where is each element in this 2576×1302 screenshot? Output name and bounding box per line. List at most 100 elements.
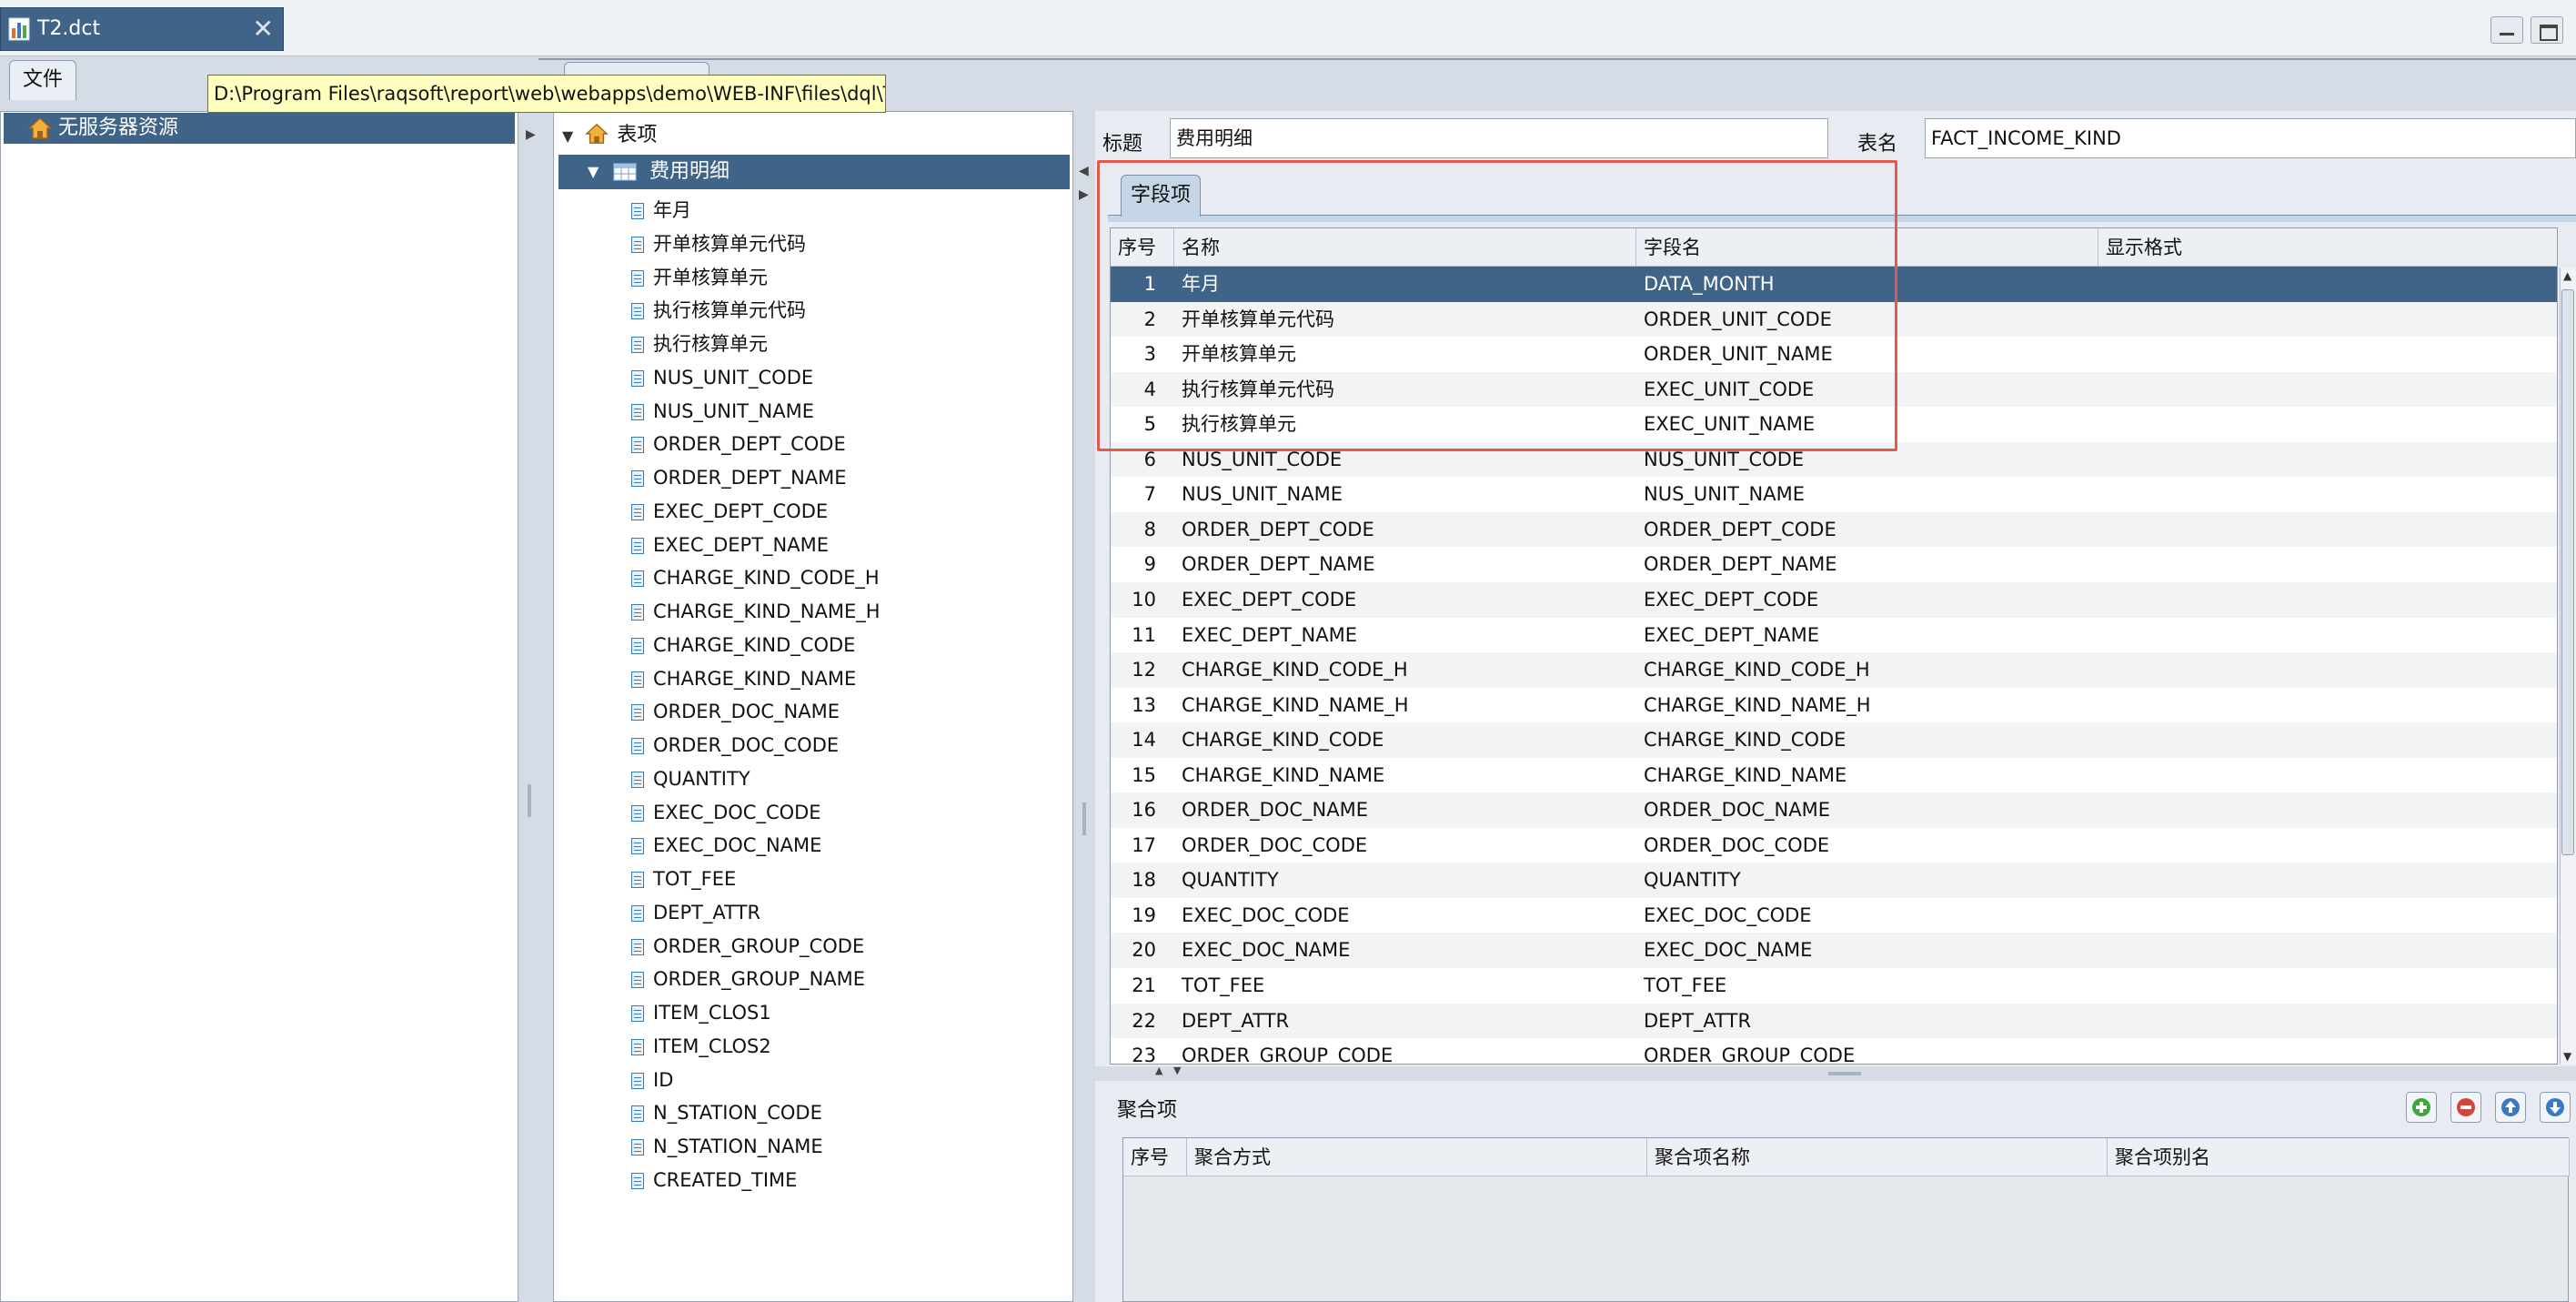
tree-field-item[interactable]: EXEC_DOC_NAME — [631, 830, 821, 861]
cell-field[interactable]: ORDER_DEPT_CODE — [1644, 512, 1836, 547]
table-row[interactable]: 23 ORDER_GROUP_CODE ORDER_GROUP_CODE — [1111, 1038, 2557, 1064]
cell-no[interactable]: 18 — [1111, 863, 1156, 897]
tree-field-item[interactable]: 执行核算单元代码 — [631, 295, 806, 326]
cell-no[interactable]: 16 — [1111, 792, 1156, 827]
move-down-button[interactable] — [2540, 1092, 2571, 1123]
table-row[interactable]: 10 EXEC_DEPT_CODE EXEC_DEPT_CODE — [1111, 581, 2557, 618]
tree-field-item[interactable]: EXEC_DEPT_CODE — [631, 496, 828, 527]
table-row[interactable]: 8 ORDER_DEPT_CODE ORDER_DEPT_CODE — [1111, 511, 2557, 548]
tree-field-item[interactable]: 年月 — [631, 195, 691, 226]
table-row[interactable]: 19 EXEC_DOC_CODE EXEC_DOC_CODE — [1111, 898, 2557, 934]
table-row[interactable]: 16 ORDER_DOC_NAME ORDER_DOC_NAME — [1111, 792, 2557, 828]
minimize-button[interactable] — [2490, 16, 2523, 44]
cell-name[interactable]: NUS_UNIT_NAME — [1182, 477, 1343, 511]
agg-column-header-name[interactable]: 聚合项名称 — [1647, 1138, 2108, 1176]
tree-field-item[interactable]: CHARGE_KIND_CODE_H — [631, 562, 880, 593]
tree-table-node[interactable]: ▼ 费用明细 — [558, 155, 1070, 189]
collapse-left-icon[interactable]: ◀ — [1079, 164, 1089, 178]
cell-name[interactable]: ORDER_DEPT_CODE — [1182, 512, 1374, 547]
cell-name[interactable]: CHARGE_KIND_NAME_H — [1182, 688, 1409, 722]
cell-field[interactable]: ORDER_GROUP_CODE — [1644, 1038, 1855, 1064]
tree-field-item[interactable]: CHARGE_KIND_NAME_H — [631, 596, 880, 627]
tree-root[interactable]: ▼ 表项 — [562, 120, 657, 151]
file-tab[interactable]: 文件 — [9, 60, 76, 100]
cell-no[interactable]: 12 — [1111, 652, 1156, 687]
restore-button[interactable] — [2531, 16, 2563, 44]
tree-field-item[interactable]: N_STATION_NAME — [631, 1131, 823, 1162]
tree-field-item[interactable]: CHARGE_KIND_NAME — [631, 663, 856, 694]
cell-name[interactable]: EXEC_DEPT_NAME — [1182, 618, 1357, 652]
cell-field[interactable]: CHARGE_KIND_CODE — [1644, 722, 1846, 757]
splitter-grip[interactable] — [528, 784, 531, 817]
tree-field-item[interactable]: DEPT_ATTR — [631, 897, 760, 928]
cell-field[interactable]: CHARGE_KIND_CODE_H — [1644, 652, 1870, 687]
cell-no[interactable]: 20 — [1111, 933, 1156, 967]
cell-field[interactable]: ORDER_DOC_NAME — [1644, 792, 1830, 827]
splitter-grip[interactable] — [1828, 1072, 1861, 1075]
cell-field[interactable]: EXEC_DEPT_NAME — [1644, 618, 1819, 652]
cell-name[interactable]: CHARGE_KIND_CODE — [1182, 722, 1384, 757]
add-aggregate-button[interactable] — [2406, 1092, 2437, 1123]
cell-name[interactable]: ORDER_DOC_NAME — [1182, 792, 1368, 827]
expand-icon[interactable]: ▼ — [588, 155, 599, 189]
tree-field-item[interactable]: 执行核算单元 — [631, 328, 768, 359]
tree-field-item[interactable]: ITEM_CLOS1 — [631, 997, 771, 1028]
cell-no[interactable]: 23 — [1111, 1038, 1156, 1064]
table-row[interactable]: 17 ORDER_DOC_CODE ORDER_DOC_CODE — [1111, 828, 2557, 863]
cell-no[interactable]: 19 — [1111, 898, 1156, 933]
tree-field-item[interactable]: CHARGE_KIND_CODE — [631, 630, 855, 661]
table-row[interactable]: 22 DEPT_ATTR DEPT_ATTR — [1111, 1003, 2557, 1039]
document-tab[interactable]: T2.dct ✕ — [0, 7, 284, 51]
table-row[interactable]: 13 CHARGE_KIND_NAME_H CHARGE_KIND_NAME_H — [1111, 688, 2557, 723]
agg-column-header-alias[interactable]: 聚合项别名 — [2108, 1138, 2570, 1176]
scroll-up-icon[interactable]: ▲ — [2563, 269, 2571, 282]
cell-name[interactable]: EXEC_DOC_NAME — [1182, 933, 1350, 967]
cell-no[interactable]: 15 — [1111, 758, 1156, 792]
tree-field-item[interactable]: ORDER_GROUP_NAME — [631, 964, 865, 994]
cell-name[interactable]: DEPT_ATTR — [1182, 1004, 1289, 1038]
left-splitter[interactable]: ▶ — [520, 111, 538, 1302]
tree-field-item[interactable]: N_STATION_CODE — [631, 1097, 822, 1128]
cell-field[interactable]: ORDER_DEPT_NAME — [1644, 547, 1837, 581]
tree-field-item[interactable]: ORDER_DOC_CODE — [631, 730, 839, 761]
tree-field-item[interactable]: CREATED_TIME — [631, 1165, 797, 1196]
cell-name[interactable]: ORDER_GROUP_CODE — [1182, 1038, 1393, 1064]
cell-name[interactable]: CHARGE_KIND_NAME — [1182, 758, 1384, 792]
cell-field[interactable]: EXEC_DOC_CODE — [1644, 898, 1812, 933]
tree-field-item[interactable]: EXEC_DOC_CODE — [631, 797, 821, 828]
cell-name[interactable]: QUANTITY — [1182, 863, 1279, 897]
tree-field-item[interactable]: EXEC_DEPT_NAME — [631, 530, 829, 560]
tree-field-item[interactable]: 开单核算单元代码 — [631, 228, 806, 259]
server-resource-item[interactable]: 无服务器资源 — [4, 113, 515, 144]
cell-name[interactable]: CHARGE_KIND_CODE_H — [1182, 652, 1408, 687]
table-row[interactable]: 7 NUS_UNIT_NAME NUS_UNIT_NAME — [1111, 477, 2557, 512]
collapse-down-icon[interactable]: ▼ — [1173, 1065, 1181, 1076]
agg-column-header-no[interactable]: 序号 — [1123, 1138, 1187, 1176]
collapse-right-icon[interactable]: ▶ — [1079, 187, 1089, 202]
tree-field-item[interactable]: ITEM_CLOS2 — [631, 1031, 771, 1062]
table-row[interactable]: 15 CHARGE_KIND_NAME CHARGE_KIND_NAME — [1111, 758, 2557, 793]
table-row[interactable]: 12 CHARGE_KIND_CODE_H CHARGE_KIND_CODE_H — [1111, 652, 2557, 688]
cell-field[interactable]: CHARGE_KIND_NAME — [1644, 758, 1846, 792]
cell-no[interactable]: 9 — [1111, 547, 1156, 581]
scrollbar-thumb[interactable] — [2561, 289, 2574, 855]
cell-field[interactable]: ORDER_DOC_CODE — [1644, 828, 1829, 863]
splitter-grip[interactable] — [1082, 802, 1086, 835]
cell-no[interactable]: 10 — [1111, 582, 1156, 617]
horizontal-splitter[interactable]: ▲ ▼ — [1095, 1065, 2576, 1081]
cell-field[interactable]: CHARGE_KIND_NAME_H — [1644, 688, 1871, 722]
cell-no[interactable]: 11 — [1111, 618, 1156, 652]
table-name-input[interactable]: FACT_INCOME_KIND — [1925, 118, 2576, 158]
cell-no[interactable]: 21 — [1111, 968, 1156, 1003]
table-row[interactable]: 9 ORDER_DEPT_NAME ORDER_DEPT_NAME — [1111, 547, 2557, 582]
cell-name[interactable]: EXEC_DOC_CODE — [1182, 898, 1350, 933]
cell-name[interactable]: EXEC_DEPT_CODE — [1182, 582, 1356, 617]
cell-no[interactable]: 8 — [1111, 512, 1156, 547]
expand-icon[interactable]: ▼ — [562, 127, 573, 145]
cell-field[interactable]: DEPT_ATTR — [1644, 1004, 1751, 1038]
tree-field-item[interactable]: TOT_FEE — [631, 863, 736, 894]
tree-field-item[interactable]: QUANTITY — [631, 763, 750, 794]
tree-field-item[interactable]: NUS_UNIT_CODE — [631, 362, 813, 393]
close-icon[interactable]: ✕ — [253, 14, 274, 44]
remove-aggregate-button[interactable] — [2450, 1092, 2481, 1123]
